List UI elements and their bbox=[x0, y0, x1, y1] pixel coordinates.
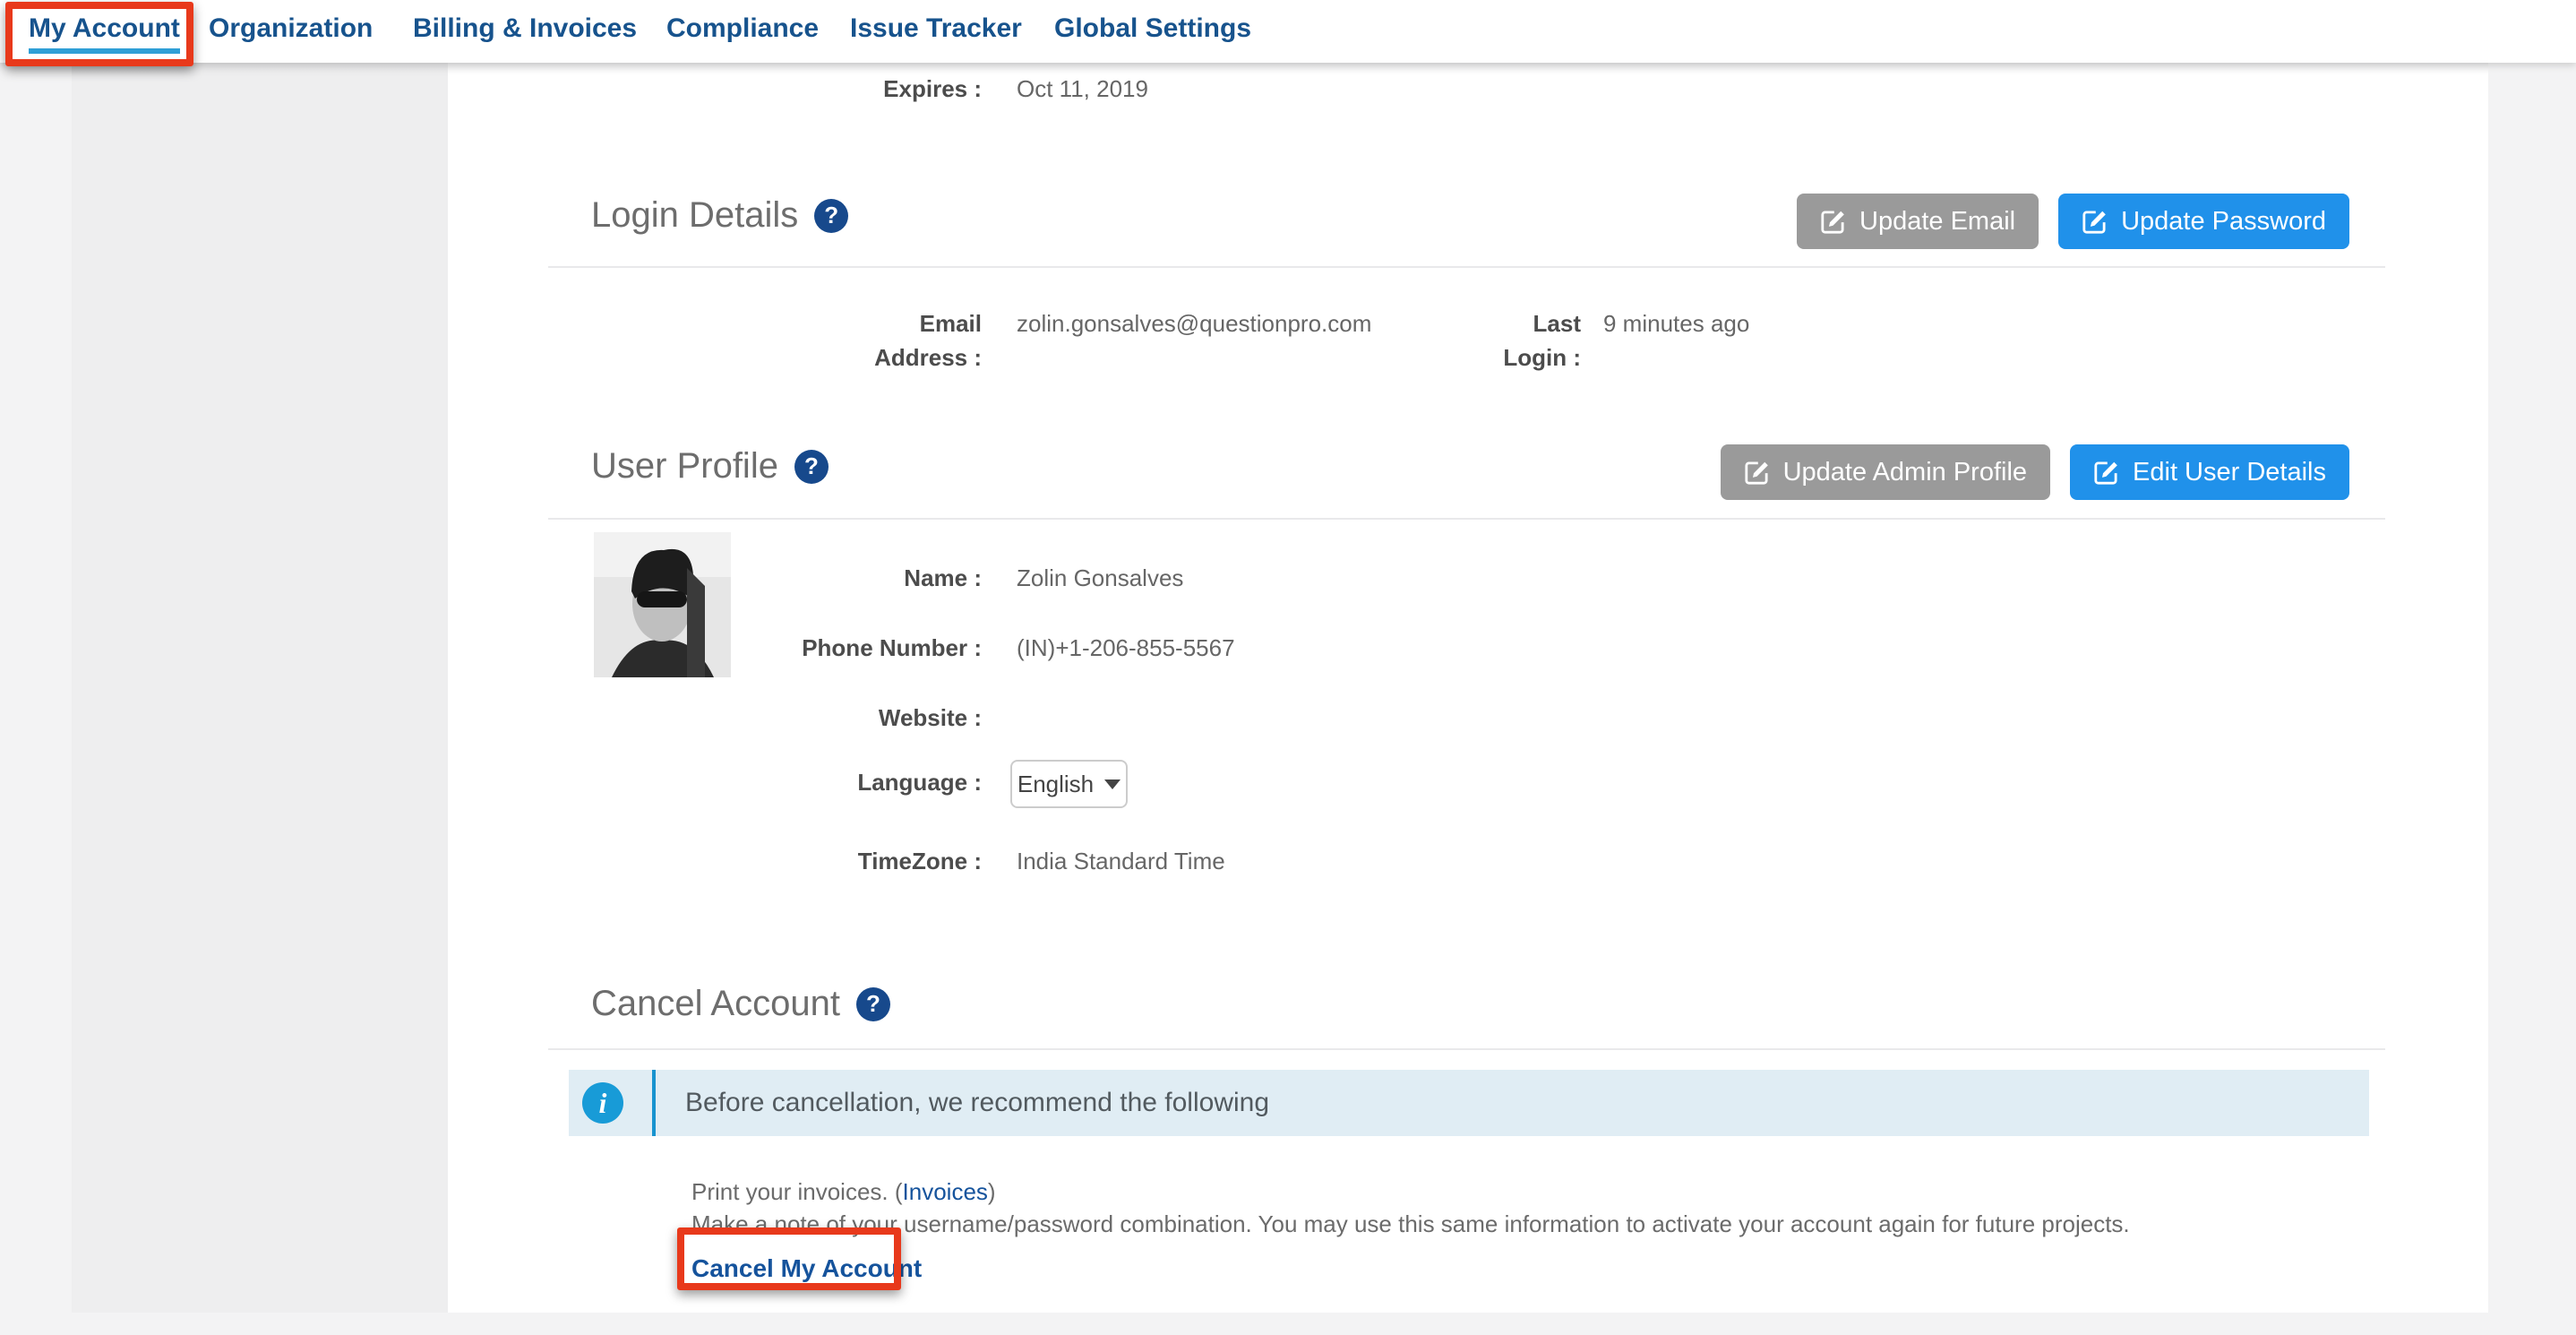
timezone-value: India Standard Time bbox=[1017, 844, 1225, 878]
name-label: Name : bbox=[570, 561, 982, 595]
invoices-link[interactable]: Invoices bbox=[903, 1178, 988, 1205]
name-value: Zolin Gonsalves bbox=[1017, 561, 1183, 595]
edit-icon bbox=[2093, 459, 2120, 486]
section-divider bbox=[548, 518, 2385, 520]
update-admin-profile-label: Update Admin Profile bbox=[1783, 458, 2027, 487]
phone-number-label: Phone Number : bbox=[570, 631, 982, 665]
print-invoices-text: Print your invoices. (Invoices) bbox=[691, 1176, 996, 1208]
edit-icon bbox=[2082, 208, 2108, 235]
update-email-label: Update Email bbox=[1859, 207, 2015, 237]
tab-issue-tracker[interactable]: Issue Tracker bbox=[850, 13, 1022, 44]
tab-organization[interactable]: Organization bbox=[209, 13, 373, 44]
tab-billing-invoices[interactable]: Billing & Invoices bbox=[413, 13, 637, 44]
top-navigation-bar: My Account Organization Billing & Invoic… bbox=[0, 0, 2576, 63]
update-password-label: Update Password bbox=[2121, 207, 2326, 237]
section-divider bbox=[548, 1048, 2385, 1050]
my-account-settings-page: My Account Organization Billing & Invoic… bbox=[0, 0, 2576, 1335]
username-password-note-text: Make a note of your username/password co… bbox=[691, 1208, 2130, 1240]
expires-label: Expires : bbox=[570, 72, 982, 106]
section-divider bbox=[548, 266, 2385, 268]
main-content: Expires : Oct 11, 2019 Login Details ? U… bbox=[448, 63, 2488, 1313]
last-login-label: Last Login : bbox=[1169, 306, 1581, 375]
user-profile-section-title: User Profile ? bbox=[591, 446, 829, 487]
tab-global-settings[interactable]: Global Settings bbox=[1054, 13, 1251, 44]
language-dropdown[interactable]: English bbox=[1010, 760, 1128, 808]
login-details-section-title: Login Details ? bbox=[591, 195, 848, 236]
info-icon: i bbox=[582, 1082, 623, 1124]
cancel-account-title-text: Cancel Account bbox=[591, 984, 840, 1024]
update-email-button[interactable]: Update Email bbox=[1797, 194, 2039, 249]
edit-user-details-button[interactable]: Edit User Details bbox=[2070, 444, 2349, 500]
cancel-account-section-title: Cancel Account ? bbox=[591, 984, 890, 1024]
tab-my-account[interactable]: My Account bbox=[29, 13, 180, 54]
info-box-separator bbox=[652, 1070, 656, 1136]
last-login-value: 9 minutes ago bbox=[1603, 306, 1749, 340]
chevron-down-icon bbox=[1104, 779, 1121, 789]
help-icon[interactable]: ? bbox=[794, 450, 829, 484]
edit-icon bbox=[1744, 459, 1771, 486]
edit-user-details-label: Edit User Details bbox=[2133, 458, 2326, 487]
cancel-my-account-link[interactable]: Cancel My Account bbox=[691, 1254, 922, 1283]
edit-icon bbox=[1820, 208, 1847, 235]
help-icon[interactable]: ? bbox=[856, 987, 890, 1021]
cancellation-info-box: i Before cancellation, we recommend the … bbox=[569, 1070, 2369, 1136]
info-box-heading: Before cancellation, we recommend the fo… bbox=[685, 1070, 1269, 1136]
user-profile-actions: Update Admin Profile Edit User Details bbox=[1721, 444, 2349, 500]
website-label: Website : bbox=[570, 701, 982, 735]
update-admin-profile-button[interactable]: Update Admin Profile bbox=[1721, 444, 2050, 500]
email-address-label: Email Address : bbox=[570, 306, 982, 375]
update-password-button[interactable]: Update Password bbox=[2058, 194, 2349, 249]
phone-number-value: (IN)+1-206-855-5567 bbox=[1017, 631, 1235, 665]
timezone-label: TimeZone : bbox=[570, 844, 982, 878]
expires-value: Oct 11, 2019 bbox=[1017, 72, 1148, 106]
settings-sidebar bbox=[72, 63, 448, 1313]
language-label: Language : bbox=[570, 765, 982, 799]
language-selected-value: English bbox=[1018, 771, 1094, 798]
login-details-actions: Update Email Update Password bbox=[1797, 194, 2349, 249]
login-details-title-text: Login Details bbox=[591, 195, 798, 236]
help-icon[interactable]: ? bbox=[814, 199, 848, 233]
tab-compliance[interactable]: Compliance bbox=[666, 13, 819, 44]
user-profile-title-text: User Profile bbox=[591, 446, 778, 487]
